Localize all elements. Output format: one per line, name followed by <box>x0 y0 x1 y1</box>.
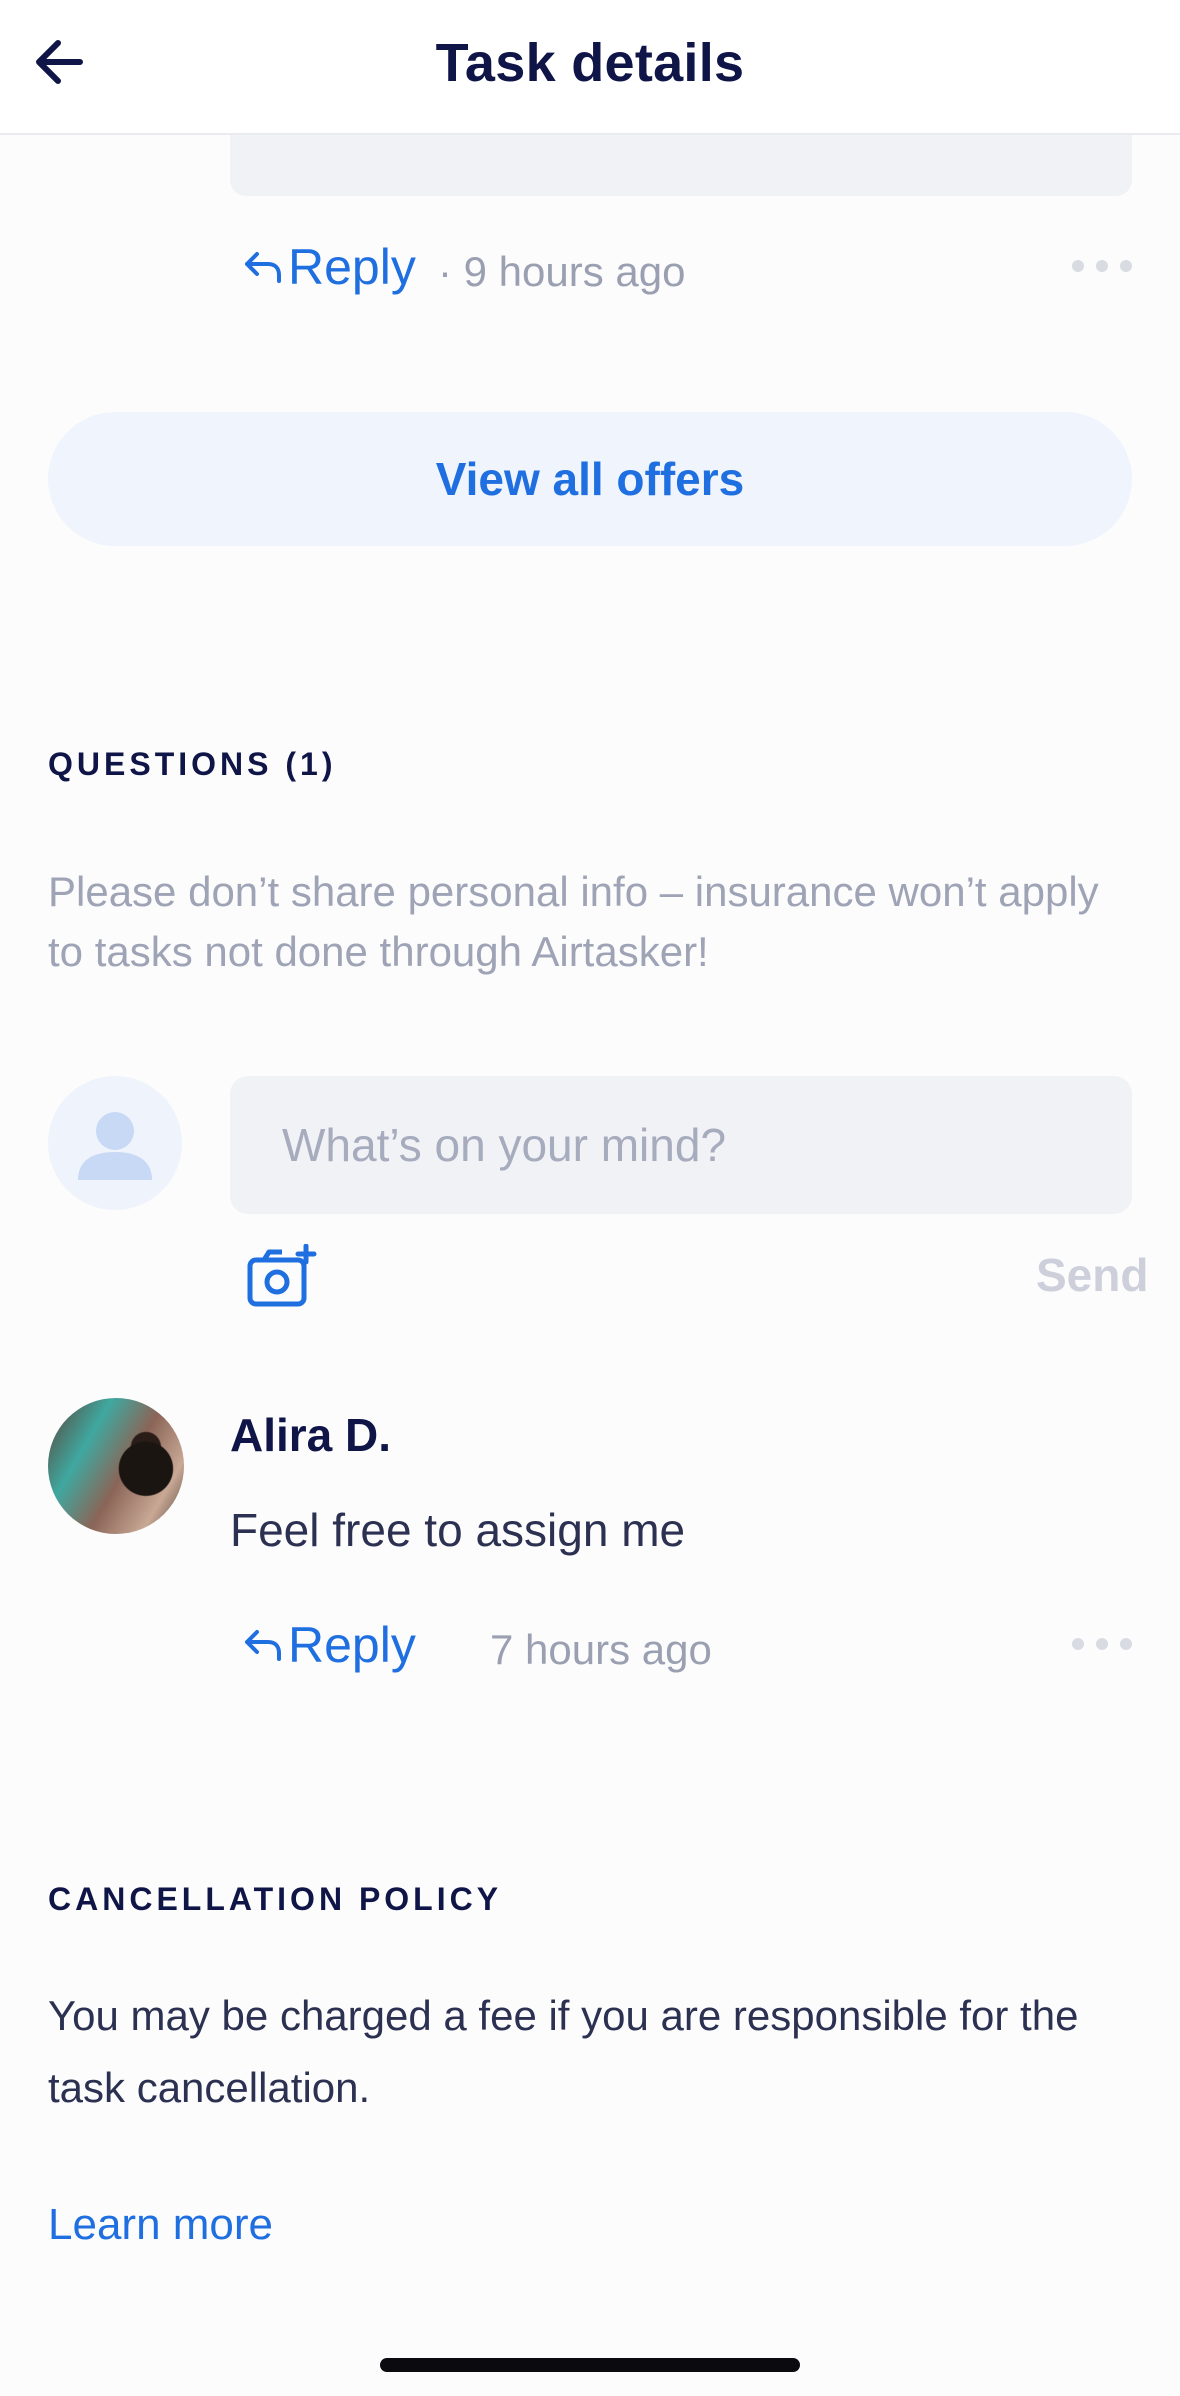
privacy-notice: Please don’t share personal info – insur… <box>48 868 1099 975</box>
home-indicator <box>380 2358 800 2372</box>
reply-icon <box>245 1630 281 1661</box>
questions-heading: QUESTIONS (1) <box>48 746 337 782</box>
offer-timestamp: · 9 hours ago <box>438 248 686 295</box>
learn-more-link[interactable]: Learn more <box>48 2200 273 2250</box>
view-all-offers-button[interactable]: View all offers <box>48 412 1132 546</box>
add-photo-button[interactable] <box>246 1243 318 1310</box>
more-options-icon[interactable] <box>1072 260 1132 272</box>
comment-actions: Reply 7 hours ago <box>242 1616 1134 1686</box>
offer-actions: Reply · 9 hours ago <box>242 238 1134 308</box>
cancellation-text: You may be charged a fee if you are resp… <box>48 1992 1079 2111</box>
offer-reply-button[interactable]: Reply <box>242 238 416 296</box>
comment-author[interactable]: Alira D. <box>230 1408 391 1462</box>
commenter-avatar[interactable] <box>48 1398 184 1534</box>
reply-label: Reply <box>288 1617 416 1673</box>
send-button[interactable]: Send <box>1036 1248 1148 1302</box>
camera-add-icon <box>247 1243 317 1307</box>
question-input[interactable] <box>230 1076 1132 1214</box>
more-options-icon[interactable] <box>1072 1638 1132 1650</box>
comment-timestamp: 7 hours ago <box>490 1626 712 1673</box>
cancellation-heading: CANCELLATION POLICY <box>48 1881 503 1917</box>
user-icon <box>78 1112 152 1180</box>
top-bar: Task details <box>0 0 1180 135</box>
reply-icon <box>245 252 281 283</box>
reply-label: Reply <box>288 239 416 295</box>
comment-text: Feel free to assign me <box>230 1504 686 1556</box>
page-title: Task details <box>435 33 745 93</box>
comment-reply-button[interactable]: Reply <box>242 1616 416 1674</box>
user-avatar-placeholder <box>48 1076 182 1210</box>
